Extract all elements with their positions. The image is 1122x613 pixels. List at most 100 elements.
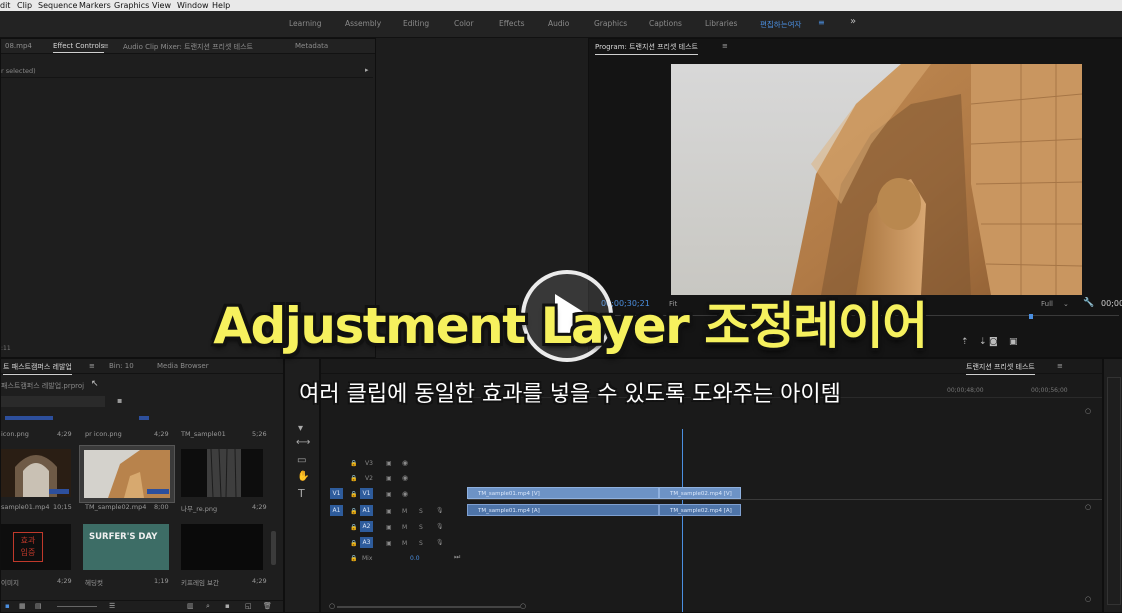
workspace-menu-icon[interactable]: ≡ bbox=[818, 18, 825, 27]
project-scrollbar[interactable] bbox=[271, 531, 276, 565]
tab-metadata[interactable]: Metadata bbox=[295, 42, 328, 50]
trash-icon[interactable]: 🗑 bbox=[263, 602, 272, 610]
zoom-handle-icon[interactable]: ○ bbox=[1085, 595, 1091, 603]
tab-bin[interactable]: Bin: 10 bbox=[109, 362, 134, 370]
lift-icon[interactable]: ⇡ bbox=[961, 337, 969, 347]
tab-media-browser[interactable]: Media Browser bbox=[157, 362, 209, 370]
mute-button[interactable]: M bbox=[402, 524, 407, 531]
sync-icon[interactable]: ▣ bbox=[386, 540, 392, 547]
tab-audio-clip-mixer[interactable]: Audio Clip Mixer: 트랜지션 프리셋 테스트 bbox=[123, 42, 253, 52]
sync-icon[interactable]: ▣ bbox=[386, 491, 392, 498]
eye-icon[interactable]: ◉ bbox=[402, 459, 408, 467]
clip-video[interactable]: TM_sample01.mp4 [V] bbox=[467, 487, 659, 499]
tab-sequence[interactable]: 트랜지션 프리셋 테스트 bbox=[966, 362, 1035, 375]
sync-icon[interactable]: ▣ bbox=[386, 508, 392, 515]
mute-button[interactable]: M bbox=[402, 540, 407, 547]
new-item-icon[interactable]: ◱ bbox=[245, 602, 252, 610]
compare-icon[interactable]: ▣ bbox=[1009, 337, 1018, 347]
thumbnail-sample02-selected[interactable] bbox=[79, 445, 175, 503]
menu-edit[interactable]: dit bbox=[0, 0, 10, 11]
hand-tool-icon[interactable]: ✋ bbox=[297, 471, 309, 482]
menu-window[interactable]: Window bbox=[177, 0, 209, 11]
freeform-view-icon[interactable]: ▤ bbox=[35, 602, 42, 610]
track-label[interactable]: A1 bbox=[360, 505, 373, 516]
zoom-slider[interactable] bbox=[57, 606, 97, 607]
thumbnail-tree[interactable] bbox=[181, 448, 263, 498]
extract-icon[interactable]: ⇣ bbox=[979, 337, 987, 347]
program-playhead[interactable] bbox=[1029, 314, 1033, 319]
workspace-color[interactable]: Color bbox=[454, 19, 474, 28]
tab-source[interactable]: 08.mp4 bbox=[5, 42, 32, 50]
menu-graphics[interactable]: Graphics bbox=[114, 0, 149, 11]
rectangle-tool-icon[interactable]: ▭ bbox=[297, 455, 306, 466]
clip-audio[interactable]: TM_sample02.mp4 [A] bbox=[659, 504, 741, 516]
source-patch-a1[interactable]: A1 bbox=[330, 505, 343, 516]
item-name[interactable]: TM_sample02.mp4 bbox=[85, 503, 146, 511]
lock-icon[interactable]: 🔒 bbox=[350, 475, 357, 482]
workspace-more-button[interactable]: » bbox=[850, 16, 856, 27]
timeline-playhead[interactable] bbox=[682, 429, 683, 612]
item-name[interactable]: icon.png bbox=[1, 430, 29, 438]
workspace-editing[interactable]: Editing bbox=[403, 19, 429, 28]
expand-arrow-icon[interactable]: ▸ bbox=[365, 66, 369, 74]
zoom-handle-icon[interactable]: ○ bbox=[1085, 503, 1091, 511]
track-label[interactable]: A2 bbox=[360, 521, 373, 532]
solo-button[interactable]: S bbox=[419, 508, 423, 515]
workspace-libraries[interactable]: Libraries bbox=[705, 19, 737, 28]
item-name[interactable]: 키프레임 보간 bbox=[181, 577, 219, 587]
sync-icon[interactable]: ▣ bbox=[386, 475, 392, 482]
tab-menu-icon[interactable]: ≡ bbox=[103, 42, 109, 50]
quality-dropdown[interactable]: Full bbox=[1041, 300, 1053, 308]
item-name[interactable]: 나무_re.png bbox=[181, 503, 217, 513]
icon-view-icon[interactable]: ▦ bbox=[19, 602, 26, 610]
workspace-learning[interactable]: Learning bbox=[289, 19, 322, 28]
tab-effect-controls[interactable]: Effect Controls bbox=[53, 42, 105, 53]
project-search-input[interactable] bbox=[1, 396, 105, 407]
source-patch-v1[interactable]: V1 bbox=[330, 488, 343, 499]
scroll-start-handle-icon[interactable]: ○ bbox=[329, 602, 335, 610]
export-frame-icon[interactable]: ◙ bbox=[989, 337, 998, 347]
skip-icon[interactable]: ⏭ bbox=[454, 553, 460, 562]
workspace-audio[interactable]: Audio bbox=[548, 19, 569, 28]
lock-icon[interactable]: 🔒 bbox=[350, 524, 357, 531]
sync-icon[interactable]: ▣ bbox=[386, 524, 392, 531]
workspace-effects[interactable]: Effects bbox=[499, 19, 525, 28]
clip-video[interactable]: TM_sample02.mp4 [V] bbox=[659, 487, 741, 499]
project-menu-icon[interactable]: ≡ bbox=[89, 362, 95, 370]
workspace-graphics[interactable]: Graphics bbox=[594, 19, 627, 28]
ripple-edit-tool-icon[interactable]: ⟷ bbox=[296, 437, 310, 448]
mute-button[interactable]: M bbox=[402, 508, 407, 515]
workspace-captions[interactable]: Captions bbox=[649, 19, 682, 28]
quality-chevron-icon[interactable]: ⌄ bbox=[1063, 300, 1069, 308]
automate-icon[interactable]: ▥ bbox=[187, 602, 194, 610]
wrench-icon[interactable]: 🔧 bbox=[1083, 298, 1094, 308]
solo-button[interactable]: S bbox=[419, 540, 423, 547]
item-name[interactable]: pr icon.png bbox=[85, 430, 122, 438]
track-label[interactable]: V3 bbox=[365, 460, 373, 467]
mic-icon[interactable]: 🎙 bbox=[436, 523, 444, 530]
item-name[interactable]: 헤딩컷 bbox=[85, 577, 103, 587]
mic-icon[interactable]: 🎙 bbox=[436, 539, 444, 546]
eye-icon[interactable]: ◉ bbox=[402, 474, 408, 482]
lock-icon[interactable]: 🔒 bbox=[350, 555, 357, 562]
thumbnail-heading-cut[interactable]: SURFER'S DAY bbox=[83, 524, 169, 570]
find-icon[interactable]: ⌕ bbox=[206, 602, 210, 611]
timeline-horizontal-scrollbar[interactable] bbox=[337, 606, 521, 608]
new-bin-icon[interactable]: ▪ bbox=[117, 396, 122, 405]
program-monitor-title[interactable]: Program: 트랜지션 프리셋 테스트 bbox=[595, 42, 698, 55]
menu-view[interactable]: View bbox=[152, 0, 171, 11]
thumbnail-image-effect[interactable]: 효과 입증 bbox=[1, 524, 71, 570]
menu-clip[interactable]: Clip bbox=[17, 0, 32, 11]
list-view-icon[interactable]: ▪ bbox=[5, 602, 10, 610]
mic-icon[interactable]: 🎙 bbox=[436, 507, 444, 514]
menu-sequence[interactable]: Sequence bbox=[38, 0, 77, 11]
eye-icon[interactable]: ◉ bbox=[402, 490, 408, 498]
workspace-custom[interactable]: 편집하는여자 bbox=[760, 19, 801, 30]
menu-help[interactable]: Help bbox=[212, 0, 230, 11]
program-menu-icon[interactable]: ≡ bbox=[722, 42, 728, 50]
solo-button[interactable]: S bbox=[419, 524, 423, 531]
track-label[interactable]: V2 bbox=[365, 475, 373, 482]
track-label[interactable]: A3 bbox=[360, 537, 373, 548]
zoom-handle-icon[interactable]: ○ bbox=[1085, 407, 1091, 415]
sequence-menu-icon[interactable]: ≡ bbox=[1057, 362, 1063, 370]
